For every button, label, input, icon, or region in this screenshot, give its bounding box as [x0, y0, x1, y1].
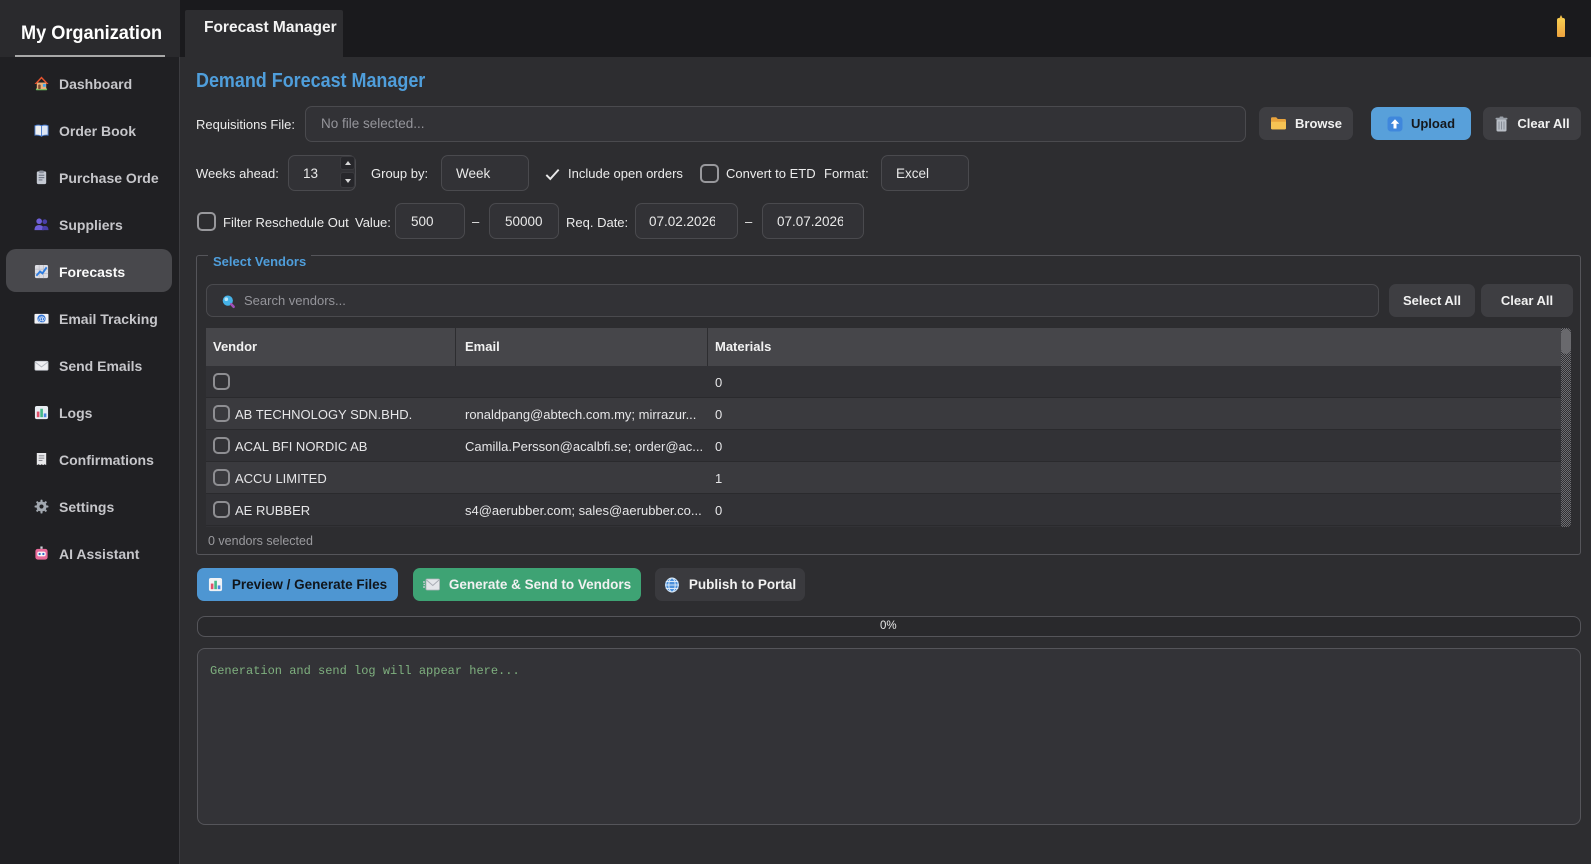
svg-text:@: @ [38, 316, 45, 323]
